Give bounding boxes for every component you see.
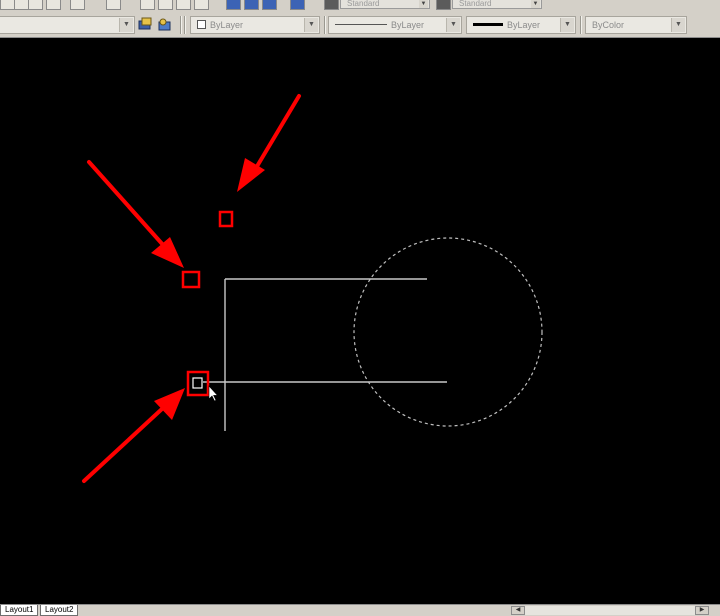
save-icon[interactable] bbox=[28, 0, 43, 10]
grip-icon[interactable] bbox=[181, 270, 201, 289]
linetype-value: ByLayer bbox=[391, 20, 425, 30]
redo-icon[interactable] bbox=[106, 0, 121, 10]
layer-previous-icon[interactable] bbox=[157, 17, 172, 32]
tab-layout1[interactable]: Layout1 bbox=[0, 605, 39, 616]
pan-icon[interactable] bbox=[140, 0, 155, 10]
scroll-left-icon[interactable]: ◀ bbox=[511, 606, 525, 615]
properties-toolbar: ▼ ByLayer ▼ ByLayer ▼ ByLayer ▼ ByColor … bbox=[0, 12, 720, 38]
chevron-down-icon[interactable]: ▼ bbox=[560, 18, 574, 32]
arrow-icon bbox=[237, 94, 301, 192]
linetype-control[interactable]: ByLayer ▼ bbox=[328, 16, 462, 34]
dim-style-value: Standard bbox=[459, 0, 492, 8]
plot-style-control[interactable]: ByColor ▼ bbox=[585, 16, 687, 34]
open-folder-icon[interactable] bbox=[14, 0, 29, 10]
text-style-value: Standard bbox=[347, 0, 380, 8]
tab-layout2[interactable]: Layout2 bbox=[40, 605, 79, 616]
chevron-down-icon[interactable]: ▼ bbox=[531, 0, 540, 8]
chevron-down-icon[interactable]: ▼ bbox=[446, 18, 460, 32]
color-value: ByLayer bbox=[210, 20, 244, 30]
match-properties-icon[interactable] bbox=[46, 0, 61, 10]
cursor-icon bbox=[208, 385, 219, 402]
text-style-combo[interactable]: Standard ▼ bbox=[340, 0, 430, 9]
color-control[interactable]: ByLayer ▼ bbox=[190, 16, 320, 34]
drawing-area[interactable] bbox=[0, 38, 720, 606]
horizontal-scrollbar[interactable] bbox=[525, 606, 695, 615]
help-icon[interactable] bbox=[290, 0, 305, 10]
text-style-icon[interactable] bbox=[324, 0, 339, 10]
chevron-down-icon[interactable]: ▼ bbox=[671, 18, 685, 32]
zoom-realtime-icon[interactable] bbox=[158, 0, 173, 10]
scroll-right-icon[interactable]: ▶ bbox=[695, 606, 709, 615]
design-center-icon[interactable] bbox=[244, 0, 259, 10]
dim-style-icon[interactable] bbox=[436, 0, 451, 10]
lineweight-value: ByLayer bbox=[507, 20, 541, 30]
selected-circle[interactable] bbox=[353, 237, 543, 427]
dim-style-combo[interactable]: Standard ▼ bbox=[452, 0, 542, 9]
grip-icon[interactable] bbox=[218, 210, 234, 228]
new-file-icon[interactable] bbox=[0, 0, 15, 10]
zoom-window-icon[interactable] bbox=[176, 0, 191, 10]
model-space-canvas[interactable] bbox=[0, 38, 720, 606]
layout-tab-strip: Layout1 Layout2 ◀ ▶ bbox=[0, 604, 720, 616]
standard-toolbar: Standard ▼ Standard ▼ bbox=[0, 0, 720, 12]
plot-style-value: ByColor bbox=[592, 20, 625, 30]
grip-icon[interactable] bbox=[186, 370, 210, 397]
pickbox-icon bbox=[192, 377, 203, 389]
arrow-icon bbox=[87, 160, 184, 268]
tool-palettes-icon[interactable] bbox=[262, 0, 277, 10]
chevron-down-icon[interactable]: ▼ bbox=[304, 18, 318, 32]
arrow-icon bbox=[82, 388, 185, 483]
zoom-previous-icon[interactable] bbox=[194, 0, 209, 10]
lineweight-preview bbox=[473, 23, 503, 27]
make-layer-current-icon[interactable] bbox=[138, 17, 153, 32]
chevron-down-icon[interactable]: ▼ bbox=[119, 18, 133, 32]
layer-combo[interactable]: ▼ bbox=[0, 16, 135, 34]
linetype-preview bbox=[335, 24, 387, 26]
lineweight-control[interactable]: ByLayer ▼ bbox=[466, 16, 576, 34]
color-swatch bbox=[197, 20, 206, 30]
properties-icon[interactable] bbox=[226, 0, 241, 10]
undo-icon[interactable] bbox=[70, 0, 85, 10]
chevron-down-icon[interactable]: ▼ bbox=[419, 0, 428, 8]
